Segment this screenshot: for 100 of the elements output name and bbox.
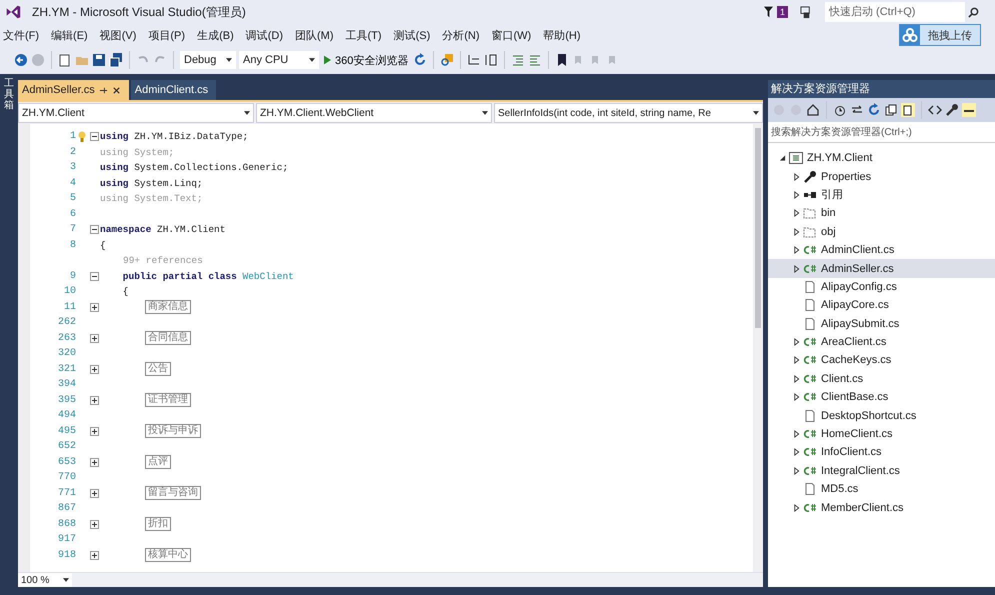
collapsed-arrow-icon[interactable] bbox=[792, 393, 800, 402]
collapse-icon[interactable] bbox=[90, 272, 98, 281]
menu-item[interactable]: 调试(D) bbox=[242, 28, 292, 42]
expanded-arrow-icon[interactable] bbox=[778, 154, 786, 162]
collapsed-region[interactable]: 折扣 bbox=[145, 517, 171, 532]
save-all-icon[interactable] bbox=[109, 53, 123, 67]
comment-icon[interactable] bbox=[467, 53, 482, 67]
collapsed-region[interactable]: 留言与咨询 bbox=[145, 486, 201, 500]
tree-item[interactable]: ZH.YM.Client bbox=[768, 149, 995, 168]
tree-item[interactable]: InfoClient.cs bbox=[768, 443, 995, 462]
editor-tab[interactable]: AdminSeller.cs bbox=[18, 80, 129, 100]
tree-item[interactable]: AdminClient.cs bbox=[768, 240, 995, 260]
collapsed-arrow-icon[interactable] bbox=[792, 209, 800, 218]
collapsed-arrow-icon[interactable] bbox=[792, 190, 800, 199]
feedback-icon[interactable] bbox=[800, 6, 813, 18]
tree-item[interactable]: AlipayCore.cs bbox=[768, 296, 995, 315]
collapsed-arrow-icon[interactable] bbox=[792, 374, 800, 383]
expand-icon[interactable] bbox=[90, 396, 98, 405]
navigation-dropdown[interactable]: ZH.YM.Client bbox=[18, 103, 254, 123]
collapsed-region[interactable]: 合同信息 bbox=[145, 331, 191, 346]
tree-item[interactable]: ClientBase.cs bbox=[768, 388, 995, 406]
code-icon[interactable] bbox=[928, 103, 942, 117]
expand-icon[interactable] bbox=[90, 488, 98, 498]
expand-icon[interactable] bbox=[90, 364, 98, 374]
menu-item[interactable]: 生成(B) bbox=[193, 28, 242, 42]
new-project-icon[interactable] bbox=[58, 53, 72, 67]
menu-item[interactable]: 分析(N) bbox=[438, 28, 488, 42]
tree-item[interactable]: Client.cs bbox=[768, 370, 995, 388]
collapsed-arrow-icon[interactable] bbox=[792, 172, 800, 181]
tree-item[interactable]: HomeClient.cs bbox=[768, 424, 995, 444]
notification-badge[interactable]: 1 bbox=[776, 6, 788, 18]
menu-item[interactable]: 窗口(W) bbox=[488, 28, 540, 42]
menu-item[interactable]: 文件(F) bbox=[0, 28, 48, 42]
show-all-files-icon[interactable] bbox=[901, 103, 915, 117]
outdent-icon[interactable] bbox=[528, 53, 542, 67]
tree-item[interactable]: Properties bbox=[768, 167, 995, 186]
collapsed-region[interactable]: 公告 bbox=[145, 362, 171, 376]
find-icon[interactable] bbox=[440, 53, 454, 67]
tree-item[interactable]: MemberClient.cs bbox=[768, 498, 995, 517]
menu-item[interactable]: 团队(M) bbox=[291, 28, 342, 42]
expand-icon[interactable] bbox=[90, 550, 98, 560]
refresh-icon[interactable] bbox=[867, 103, 881, 117]
collapsed-arrow-icon[interactable] bbox=[792, 246, 800, 254]
expand-icon[interactable] bbox=[90, 302, 98, 312]
collapse-icon[interactable] bbox=[90, 132, 98, 142]
collapsed-arrow-icon[interactable] bbox=[792, 264, 800, 273]
search-field[interactable]: 搜索解决方案资源管理器(Ctrl+;) bbox=[768, 122, 995, 143]
platform-dropdown[interactable]: Any CPU bbox=[239, 51, 319, 69]
menu-item[interactable]: 测试(S) bbox=[390, 28, 438, 42]
tree-item[interactable]: DesktopShortcut.cs bbox=[768, 406, 995, 425]
menu-item[interactable]: 视图(V) bbox=[96, 28, 144, 42]
configuration-dropdown[interactable]: Debug bbox=[180, 51, 236, 69]
wrench-icon[interactable] bbox=[945, 103, 959, 117]
copy-icon[interactable] bbox=[884, 103, 898, 117]
tree-item[interactable]: IntegralClient.cs bbox=[768, 462, 995, 480]
clock-icon[interactable] bbox=[833, 103, 847, 117]
tree-item[interactable]: AdminSeller.cs bbox=[768, 259, 995, 278]
collapsed-arrow-icon[interactable] bbox=[792, 228, 800, 236]
editor-tab[interactable]: AdminClient.cs bbox=[130, 80, 216, 100]
collapse-icon[interactable] bbox=[90, 225, 98, 234]
home-icon[interactable] bbox=[806, 103, 820, 117]
expand-icon[interactable] bbox=[90, 458, 98, 467]
upload-button[interactable]: 拖拽上传 bbox=[899, 24, 981, 46]
tree-item[interactable]: bin bbox=[768, 204, 995, 223]
expand-icon[interactable] bbox=[90, 426, 98, 436]
tree-item[interactable]: AreaClient.cs bbox=[768, 332, 995, 352]
menu-item[interactable]: 帮助(H) bbox=[539, 28, 589, 42]
close-icon[interactable] bbox=[112, 86, 121, 94]
quick-launch-field[interactable]: 快速启动 (Ctrl+Q) bbox=[825, 2, 965, 22]
zoom-dropdown[interactable]: 100 % bbox=[18, 573, 72, 587]
collapsed-arrow-icon[interactable] bbox=[792, 338, 800, 346]
uncomment-icon[interactable] bbox=[484, 53, 498, 67]
tree-item[interactable]: 引用 bbox=[768, 186, 995, 204]
navigation-dropdown[interactable]: SellerInfoIds(int code, int siteId, string name, Re bbox=[494, 103, 763, 123]
collapsed-arrow-icon[interactable] bbox=[792, 448, 800, 456]
menu-item[interactable]: 工具(T) bbox=[342, 28, 390, 42]
collapsed-arrow-icon[interactable] bbox=[792, 430, 800, 438]
menu-item[interactable]: 项目(P) bbox=[144, 28, 194, 42]
refresh-icon[interactable] bbox=[413, 53, 428, 67]
tree-item[interactable]: MD5.cs bbox=[768, 480, 995, 498]
tree-item[interactable]: CacheKeys.cs bbox=[768, 351, 995, 370]
navigation-dropdown[interactable]: ZH.YM.Client.WebClient bbox=[256, 103, 492, 123]
collapsed-region[interactable]: 点评 bbox=[145, 455, 171, 470]
expand-icon[interactable] bbox=[90, 520, 98, 529]
expand-icon[interactable] bbox=[90, 334, 98, 343]
collapsed-region[interactable]: 商家信息 bbox=[145, 300, 191, 314]
collapsed-region[interactable]: 核算中心 bbox=[145, 548, 191, 562]
tree-item[interactable]: AlipayConfig.cs bbox=[768, 278, 995, 296]
filter-icon[interactable] bbox=[764, 6, 773, 18]
collapsed-arrow-icon[interactable] bbox=[792, 356, 800, 364]
collapsed-arrow-icon[interactable] bbox=[792, 504, 800, 512]
tree-item[interactable]: obj bbox=[768, 222, 995, 241]
toolbox-tab[interactable]: 工具箱 bbox=[4, 78, 14, 111]
collapsed-arrow-icon[interactable] bbox=[792, 466, 800, 475]
save-icon[interactable] bbox=[92, 53, 106, 67]
collapsed-region[interactable]: 证书管理 bbox=[145, 393, 191, 408]
collapsed-region[interactable]: 投诉与申诉 bbox=[145, 424, 201, 438]
menu-item[interactable]: 编辑(E) bbox=[47, 28, 96, 42]
run-button[interactable]: 360安全浏览器 bbox=[322, 52, 410, 68]
tree-item[interactable]: AlipaySubmit.cs bbox=[768, 314, 995, 333]
